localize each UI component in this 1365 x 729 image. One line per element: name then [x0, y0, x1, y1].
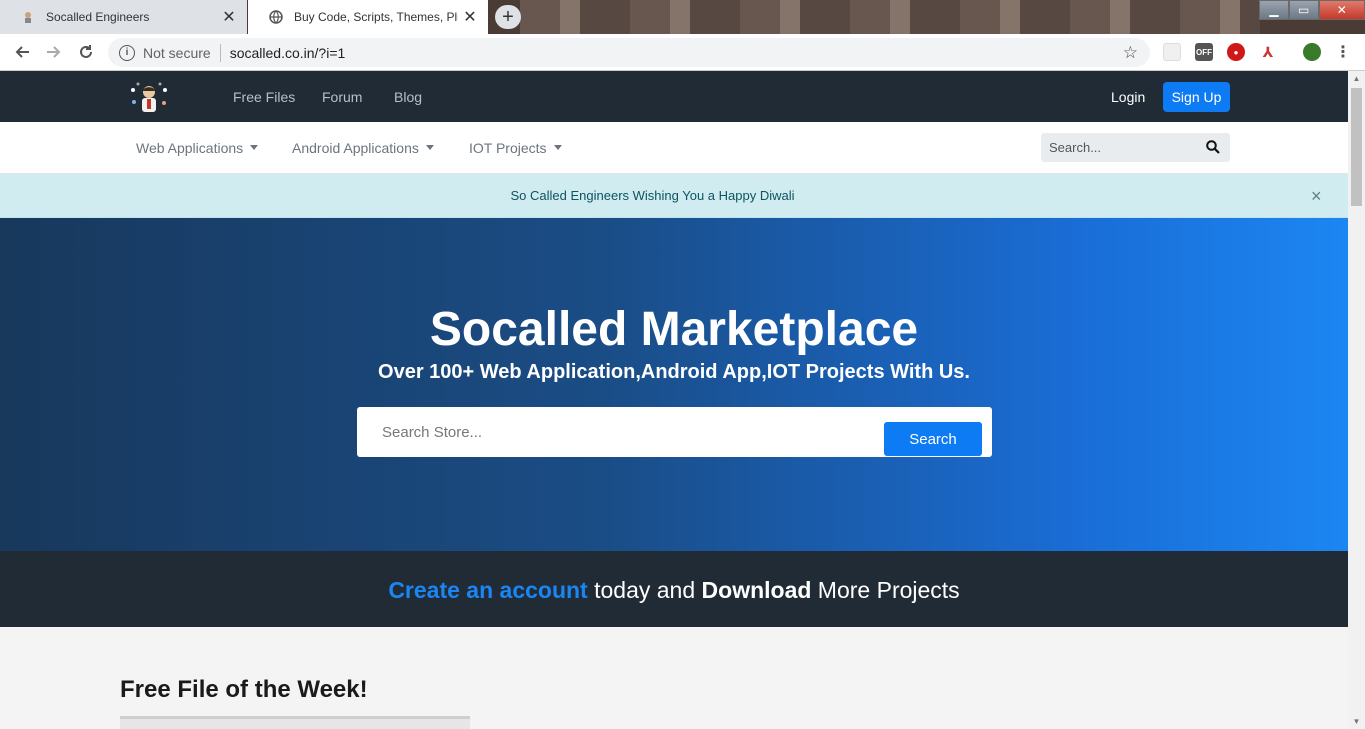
signup-button[interactable]: Sign Up: [1163, 82, 1230, 112]
browser-toolbar: i Not secure socalled.co.in/?i=1 ☆ OFF ●…: [0, 34, 1365, 71]
maximize-icon[interactable]: ▭: [1288, 0, 1319, 20]
nav-link-free-files[interactable]: Free Files: [233, 89, 295, 105]
category-navbar: Web Applications Android Applications IO…: [0, 122, 1348, 174]
site-logo[interactable]: [128, 80, 170, 114]
top-navbar: Free Files Forum Blog Login Sign Up: [0, 71, 1348, 122]
page-scrollbar[interactable]: ▲ ▼: [1348, 71, 1365, 729]
pdf-icon[interactable]: ⅄: [1259, 43, 1277, 61]
cta-text: Create an account today and Download Mor…: [0, 577, 1348, 604]
announcement-alert: So Called Engineers Wishing You a Happy …: [0, 174, 1348, 218]
store-search-bar: Search: [357, 407, 992, 457]
menu-label: Android Applications: [292, 140, 419, 156]
nav-link-forum[interactable]: Forum: [322, 89, 362, 105]
create-account-link[interactable]: Create an account: [388, 577, 587, 603]
hero-subtitle: Over 100+ Web Application,Android App,IO…: [378, 361, 970, 383]
nav-link-blog[interactable]: Blog: [394, 89, 422, 105]
menu-label: IOT Projects: [469, 140, 547, 156]
bookmark-star-icon[interactable]: ☆: [1123, 43, 1138, 63]
profile-avatar[interactable]: [1303, 43, 1321, 61]
free-file-thumbnail[interactable]: [120, 716, 470, 729]
alert-close-icon[interactable]: ×: [1311, 186, 1322, 207]
menu-android-applications[interactable]: Android Applications: [292, 140, 434, 156]
divider: [219, 43, 221, 62]
header-search: [1041, 133, 1230, 162]
search-icon[interactable]: [1206, 140, 1220, 154]
hero-title: Socalled Marketplace: [429, 303, 919, 356]
cta-banner: Create an account today and Download Mor…: [0, 551, 1348, 627]
login-link[interactable]: Login: [1111, 89, 1145, 105]
scroll-down-icon[interactable]: ▼: [1348, 714, 1365, 729]
window-controls: ▁ ▭ ✕: [1259, 0, 1365, 20]
globe-icon: [268, 9, 284, 25]
reload-icon[interactable]: [70, 36, 102, 68]
menu-iot-projects[interactable]: IOT Projects: [469, 140, 562, 156]
tab-title: Socalled Engineers: [46, 10, 150, 24]
url-text[interactable]: socalled.co.in/?i=1: [230, 45, 346, 61]
new-tab-button[interactable]: +: [495, 5, 521, 29]
address-bar[interactable]: i Not secure socalled.co.in/?i=1 ☆: [108, 38, 1150, 67]
info-icon[interactable]: i: [119, 44, 135, 61]
caret-down-icon: [250, 144, 259, 150]
browser-tab-marketplace[interactable]: Buy Code, Scripts, Themes, Plugi ✕: [248, 0, 488, 34]
scrollbar-thumb[interactable]: [1351, 88, 1362, 206]
security-status: Not secure: [143, 44, 211, 61]
forward-arrow-icon[interactable]: [38, 36, 70, 68]
browser-tabstrip: Socalled Engineers ✕ Buy Code, Scripts, …: [0, 0, 1365, 34]
alert-message: So Called Engineers Wishing You a Happy …: [510, 188, 795, 203]
cta-text-bold: Download: [701, 577, 812, 603]
header-search-input[interactable]: [1041, 133, 1191, 162]
site-favicon-icon: [20, 9, 36, 25]
caret-down-icon: [425, 144, 434, 150]
store-search-button[interactable]: Search: [884, 422, 982, 456]
cta-text-end: More Projects: [811, 577, 960, 603]
cta-text-middle: today and: [587, 577, 702, 603]
minimize-icon[interactable]: ▁: [1259, 0, 1289, 20]
store-search-input[interactable]: [357, 407, 877, 457]
tab-close-icon[interactable]: ✕: [458, 7, 482, 27]
section-title: Free File of the Week!: [120, 676, 368, 703]
browser-menu-icon[interactable]: ⋮: [1334, 43, 1352, 61]
tab-close-icon[interactable]: ✕: [217, 7, 241, 27]
menu-web-applications[interactable]: Web Applications: [136, 140, 259, 156]
web-page: Free Files Forum Blog Login Sign Up Web …: [0, 71, 1348, 729]
adblock-icon[interactable]: ●: [1227, 43, 1245, 61]
desktop-background: [520, 0, 1260, 34]
browser-tab-socalled[interactable]: Socalled Engineers ✕: [0, 0, 247, 34]
scroll-up-icon[interactable]: ▲: [1348, 71, 1365, 86]
caret-down-icon: [553, 144, 562, 150]
hero-banner: Socalled Marketplace Over 100+ Web Appli…: [0, 218, 1348, 551]
tab-title: Buy Code, Scripts, Themes, Plugi: [294, 10, 458, 24]
window-close-icon[interactable]: ✕: [1318, 0, 1365, 20]
menu-label: Web Applications: [136, 140, 244, 156]
back-arrow-icon[interactable]: [6, 36, 38, 68]
extension-off-icon[interactable]: OFF: [1195, 43, 1213, 61]
extension-grid-icon[interactable]: [1163, 43, 1181, 61]
